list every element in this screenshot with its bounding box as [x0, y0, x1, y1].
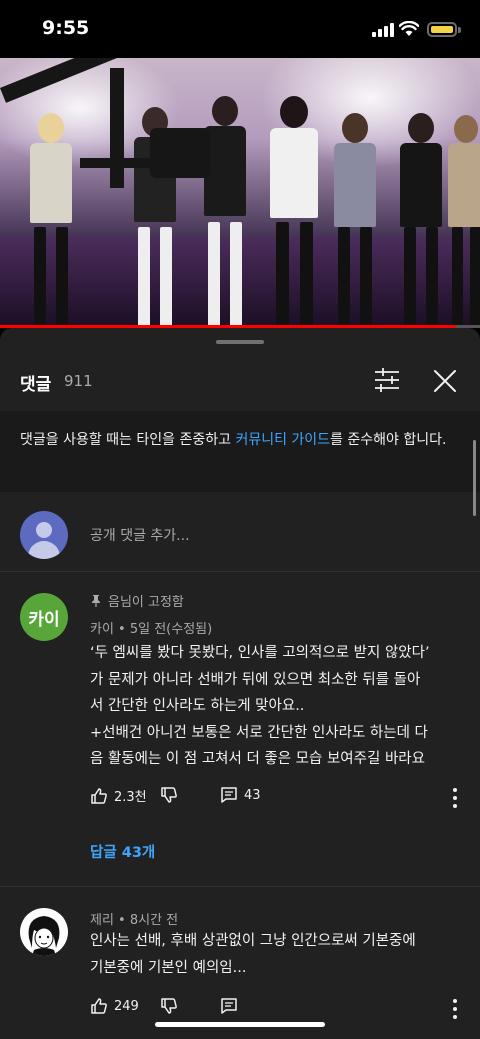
sort-filter-icon[interactable]: [372, 366, 402, 394]
status-time: 9:55: [42, 17, 90, 39]
comment-time: 8시간 전: [129, 913, 179, 928]
drag-handle[interactable]: [216, 340, 264, 344]
close-icon[interactable]: [430, 366, 460, 396]
performer: [446, 77, 480, 327]
thumbs-down-icon: [161, 787, 177, 803]
like-button[interactable]: 249: [90, 997, 139, 1015]
like-count: 2.3천: [114, 790, 147, 805]
like-count: 249: [114, 998, 139, 1014]
comments-count: 911: [64, 372, 93, 390]
comment-author[interactable]: 제리: [90, 913, 114, 928]
wifi-icon: [399, 21, 419, 36]
comments-title: 댓글: [20, 375, 52, 395]
add-comment-input[interactable]: 공개 댓글 추가...: [90, 525, 190, 545]
comment-time: 5일 전(수정됨): [129, 622, 213, 637]
divider: [0, 886, 480, 887]
reply-icon: [221, 787, 237, 803]
comment-text: ‘두 엠씨를 봤다 못봤다, 인사를 고의적으로 받지 않았다’ 가 문제가 아…: [90, 645, 430, 767]
performer: [130, 77, 180, 327]
comment-item: 카이 음님이 고정함 카이 • 5일 전(수정됨) ‘두 엠씨를 봤다 못봤다,…: [0, 572, 480, 888]
comment-meta: 카이 • 5일 전(수정됨): [90, 622, 213, 637]
reply-count: 43: [244, 787, 261, 803]
performer: [330, 77, 380, 327]
performer: [26, 77, 76, 327]
reply-button[interactable]: 43: [220, 786, 261, 804]
more-options-icon[interactable]: [452, 999, 458, 1019]
video-player[interactable]: [0, 58, 480, 327]
comment-author[interactable]: 카이: [90, 622, 114, 637]
performer: [200, 72, 250, 327]
camera: [150, 128, 210, 178]
pin-icon: [92, 594, 100, 607]
reply-button[interactable]: [220, 997, 238, 1015]
more-options-icon[interactable]: [452, 788, 458, 808]
pinned-label: 음님이 고정함: [90, 591, 184, 610]
cellular-signal-icon: [372, 23, 394, 37]
battery-icon: [427, 22, 457, 37]
comment-actions: 2.3천 43: [90, 786, 470, 810]
performer: [396, 77, 446, 327]
dislike-button[interactable]: [160, 997, 178, 1015]
dislike-button[interactable]: [160, 786, 178, 804]
performer: [264, 72, 324, 327]
drawn-face-icon: [28, 916, 60, 956]
reply-icon: [221, 998, 237, 1014]
avatar[interactable]: 카이: [20, 593, 68, 641]
thumbs-up-icon: [91, 787, 107, 804]
community-guidelines-link[interactable]: 커뮤니티 가이드: [235, 432, 330, 448]
comments-panel: 댓글 911 댓글을 사용할 때는 타인을 존중하고 커뮤니티 가이드를 준수해…: [0, 328, 480, 1039]
home-indicator[interactable]: [155, 1022, 325, 1027]
like-button[interactable]: 2.3천: [90, 786, 147, 805]
comment-actions: 249: [90, 997, 470, 1021]
add-comment-row[interactable]: 공개 댓글 추가...: [0, 494, 480, 572]
comment-meta: 제리 • 8시간 전: [90, 913, 179, 928]
comment-item: 제리 • 8시간 전 인사는 선배, 후배 상관없이 그냥 인간으로써 기본중에…: [0, 888, 480, 1039]
comment-text: 인사는 선배, 후배 상관없이 그냥 인간으로써 기본중에 기본중에 기본인 예…: [90, 933, 416, 976]
thumbs-down-icon: [161, 998, 177, 1014]
status-bar: 9:55: [0, 0, 480, 58]
thumbs-up-icon: [91, 998, 107, 1014]
view-replies-button[interactable]: 답글 43개: [90, 841, 155, 862]
avatar: [20, 511, 68, 559]
avatar[interactable]: [20, 908, 68, 956]
community-guideline-notice: 댓글을 사용할 때는 타인을 존중하고 커뮤니티 가이드를 준수해야 합니다.: [0, 411, 480, 492]
